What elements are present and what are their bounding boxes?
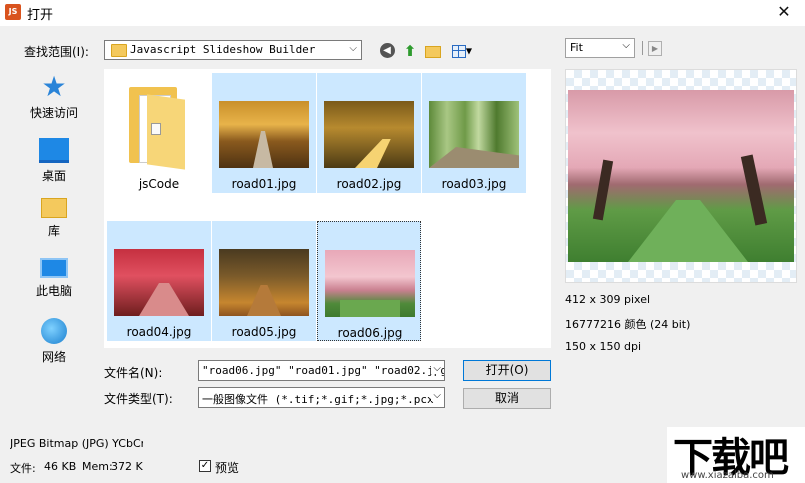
- filetype-dropdown[interactable]: 一般图像文件 (*.tif;*.gif;*.jpg;*.pcx ⌵: [198, 387, 445, 408]
- file-item[interactable]: road01.jpg: [212, 73, 316, 193]
- preview-checkbox-label[interactable]: 预览: [215, 459, 239, 476]
- image-thumbnail: [429, 101, 519, 168]
- image-thumbnail: [324, 101, 414, 168]
- chevron-down-icon: ⌵: [431, 390, 441, 401]
- library-icon: [41, 198, 67, 218]
- file-name: road05.jpg: [231, 325, 297, 339]
- file-item-folder[interactable]: jsCode: [107, 73, 211, 193]
- open-button[interactable]: 打开(O): [463, 360, 551, 381]
- image-dimensions: 412 x 309 pixel: [565, 293, 651, 306]
- close-button[interactable]: ✕: [763, 0, 805, 26]
- computer-icon: [40, 258, 68, 278]
- file-size-label: 文件:: [10, 462, 36, 475]
- file-item-focused[interactable]: road06.jpg: [317, 221, 421, 341]
- file-item[interactable]: road05.jpg: [212, 221, 316, 341]
- view-menu-icon[interactable]: ▼: [448, 42, 476, 60]
- place-desktop[interactable]: 桌面: [15, 138, 93, 184]
- file-name: road01.jpg: [231, 177, 297, 191]
- file-name: road04.jpg: [126, 325, 192, 339]
- chevron-down-icon: ⌵: [622, 40, 630, 51]
- filename-value: "road06.jpg" "road01.jpg" "road02.jpg": [202, 364, 445, 377]
- place-quick-access[interactable]: ★ 快速访问: [15, 70, 93, 121]
- image-thumbnail: [325, 250, 415, 317]
- chevron-down-icon: ⌵: [349, 43, 357, 54]
- image-dpi: 150 x 150 dpi: [565, 340, 642, 353]
- place-label: 网络: [41, 350, 66, 364]
- preview-checkbox[interactable]: ✓: [199, 460, 211, 472]
- window-title: 打开: [27, 8, 54, 23]
- preview-image: [568, 90, 794, 262]
- cancel-button[interactable]: 取消: [463, 388, 551, 409]
- back-icon[interactable]: ◀: [378, 42, 396, 60]
- file-item[interactable]: road03.jpg: [422, 73, 526, 193]
- file-name: jsCode: [138, 177, 180, 191]
- file-item[interactable]: road02.jpg: [317, 73, 421, 193]
- place-network[interactable]: 网络: [15, 318, 93, 365]
- preview-pane: [565, 69, 797, 283]
- filetype-label: 文件类型(T):: [104, 392, 173, 406]
- network-icon: [41, 318, 67, 344]
- place-label: 库: [47, 224, 60, 238]
- format-info: JPEG Bitmap (JPG) YCbCr: [10, 437, 143, 450]
- app-icon: JS: [5, 4, 21, 20]
- file-name: road02.jpg: [336, 177, 402, 191]
- image-colors: 16777216 颜色 (24 bit): [565, 318, 691, 331]
- folder-icon: [111, 44, 127, 57]
- watermark-url: www.xiazaiba.com: [681, 470, 774, 481]
- filename-label: 文件名(N):: [104, 366, 163, 380]
- image-thumbnail: [219, 101, 309, 168]
- title-bar: JS 打开 ✕: [0, 0, 805, 26]
- image-thumbnail: [219, 249, 309, 316]
- place-library[interactable]: 库: [15, 198, 93, 239]
- desktop-icon: [39, 138, 69, 163]
- filetype-value: 一般图像文件 (*.tif;*.gif;*.jpg;*.pcx: [202, 393, 434, 406]
- file-list[interactable]: jsCode road01.jpg road02.jpg road03.jpg …: [104, 69, 551, 348]
- place-label: 此电脑: [35, 284, 72, 298]
- place-label: 桌面: [41, 169, 66, 183]
- place-this-pc[interactable]: 此电脑: [15, 258, 93, 299]
- file-size-value: 46 KB: [44, 460, 77, 473]
- filename-combo[interactable]: "road06.jpg" "road01.jpg" "road02.jpg" ⌵: [198, 360, 445, 381]
- mem-value: 372 KB: [111, 460, 143, 473]
- chevron-down-icon: ⌵: [431, 363, 441, 374]
- star-icon: ★: [41, 70, 67, 103]
- lookin-dropdown[interactable]: Javascript Slideshow Builder ⌵: [104, 40, 362, 60]
- file-item[interactable]: road04.jpg: [107, 221, 211, 341]
- lookin-label: 查找范围(I):: [24, 45, 89, 59]
- play-icon[interactable]: ▶: [648, 41, 662, 56]
- file-name: road03.jpg: [441, 177, 507, 191]
- up-folder-icon[interactable]: ⬆: [401, 42, 419, 60]
- zoom-dropdown[interactable]: Fit ⌵: [565, 38, 635, 58]
- zoom-value: Fit: [570, 41, 583, 54]
- place-label: 快速访问: [29, 106, 78, 120]
- image-thumbnail: [114, 249, 204, 316]
- lookin-value: Javascript Slideshow Builder: [130, 43, 316, 56]
- close-icon: ✕: [777, 2, 791, 21]
- document-icon: [151, 123, 161, 135]
- divider: [642, 41, 643, 55]
- mem-label: Mem:: [82, 460, 113, 473]
- file-name: road06.jpg: [337, 326, 403, 340]
- watermark: 下载吧 www.xiazaiba.com: [667, 427, 805, 483]
- new-folder-icon[interactable]: [424, 42, 442, 60]
